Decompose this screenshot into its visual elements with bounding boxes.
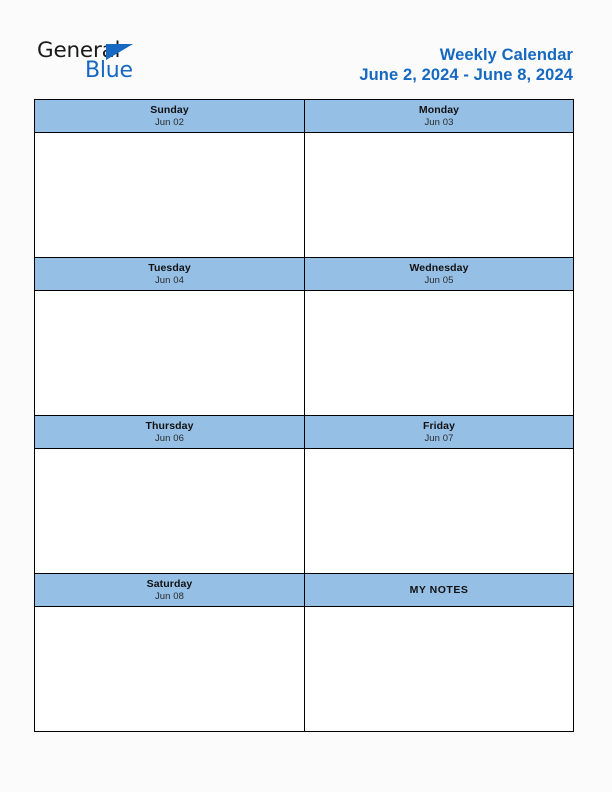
table-row-body — [34, 132, 574, 258]
table-row-header: Sunday Jun 02 Monday Jun 03 — [34, 99, 574, 133]
day-header-cell-tuesday[interactable]: Tuesday Jun 04 — [34, 257, 305, 291]
day-entry-text[interactable] — [35, 607, 304, 731]
table-row-body — [34, 606, 574, 732]
table-row-header: Tuesday Jun 04 Wednesday Jun 05 — [34, 257, 574, 291]
day-name-label: Saturday — [146, 577, 193, 590]
day-header-cell-monday[interactable]: Monday Jun 03 — [304, 99, 574, 133]
page-header: General Blue Weekly Calendar June 2, 202… — [0, 0, 612, 99]
notes-header-cell[interactable]: MY NOTES — [304, 573, 574, 607]
day-name-label: Tuesday — [148, 261, 191, 274]
title-block: Weekly Calendar June 2, 2024 - June 8, 2… — [359, 45, 573, 86]
brand-word-blue: Blue — [85, 58, 133, 83]
day-date-label: Jun 05 — [424, 275, 454, 286]
notes-entry-text[interactable] — [305, 607, 573, 731]
day-date-label: Jun 08 — [154, 591, 185, 602]
day-entry-cell-thursday[interactable] — [34, 448, 305, 574]
day-entry-cell-tuesday[interactable] — [34, 290, 305, 416]
day-header-cell-friday[interactable]: Friday Jun 07 — [304, 415, 574, 449]
day-entry-text[interactable] — [35, 449, 304, 573]
day-header-cell-saturday[interactable]: Saturday Jun 08 — [34, 573, 305, 607]
page-title: Weekly Calendar — [439, 46, 573, 64]
day-header-cell-sunday[interactable]: Sunday Jun 02 — [34, 99, 305, 133]
table-row-body — [34, 290, 574, 416]
table-row-header: Thursday Jun 06 Friday Jun 07 — [34, 415, 574, 449]
day-date-label: Jun 03 — [424, 117, 454, 128]
day-entry-text[interactable] — [35, 133, 304, 257]
day-date-label: Jun 06 — [154, 433, 185, 444]
day-entry-text[interactable] — [305, 291, 573, 415]
day-entry-cell-saturday[interactable] — [34, 606, 305, 732]
day-name-label: Wednesday — [409, 261, 469, 274]
day-date-label: Jun 02 — [154, 117, 185, 128]
day-entry-cell-monday[interactable] — [304, 132, 574, 258]
day-entry-cell-wednesday[interactable] — [304, 290, 574, 416]
day-entry-text[interactable] — [305, 133, 573, 257]
day-name-label: Friday — [422, 419, 456, 432]
notes-entry-cell[interactable] — [304, 606, 574, 732]
day-entry-cell-sunday[interactable] — [34, 132, 305, 258]
notes-title-label: MY NOTES — [409, 584, 469, 596]
day-entry-cell-friday[interactable] — [304, 448, 574, 574]
day-name-label: Monday — [418, 103, 460, 116]
day-entry-text[interactable] — [35, 291, 304, 415]
weekly-calendar-table: Sunday Jun 02 Monday Jun 03 Tuesday Jun … — [34, 99, 574, 732]
day-header-cell-wednesday[interactable]: Wednesday Jun 05 — [304, 257, 574, 291]
table-row-header: Saturday Jun 08 MY NOTES — [34, 573, 574, 607]
table-row-body — [34, 448, 574, 574]
day-name-label: Sunday — [150, 103, 189, 116]
day-entry-text[interactable] — [305, 449, 573, 573]
brand-logo: General Blue — [37, 40, 237, 88]
day-header-cell-thursday[interactable]: Thursday Jun 06 — [34, 415, 305, 449]
date-range-label: June 2, 2024 - June 8, 2024 — [359, 66, 573, 84]
day-date-label: Jun 04 — [154, 275, 185, 286]
day-name-label: Thursday — [145, 419, 194, 432]
day-date-label: Jun 07 — [424, 433, 454, 444]
